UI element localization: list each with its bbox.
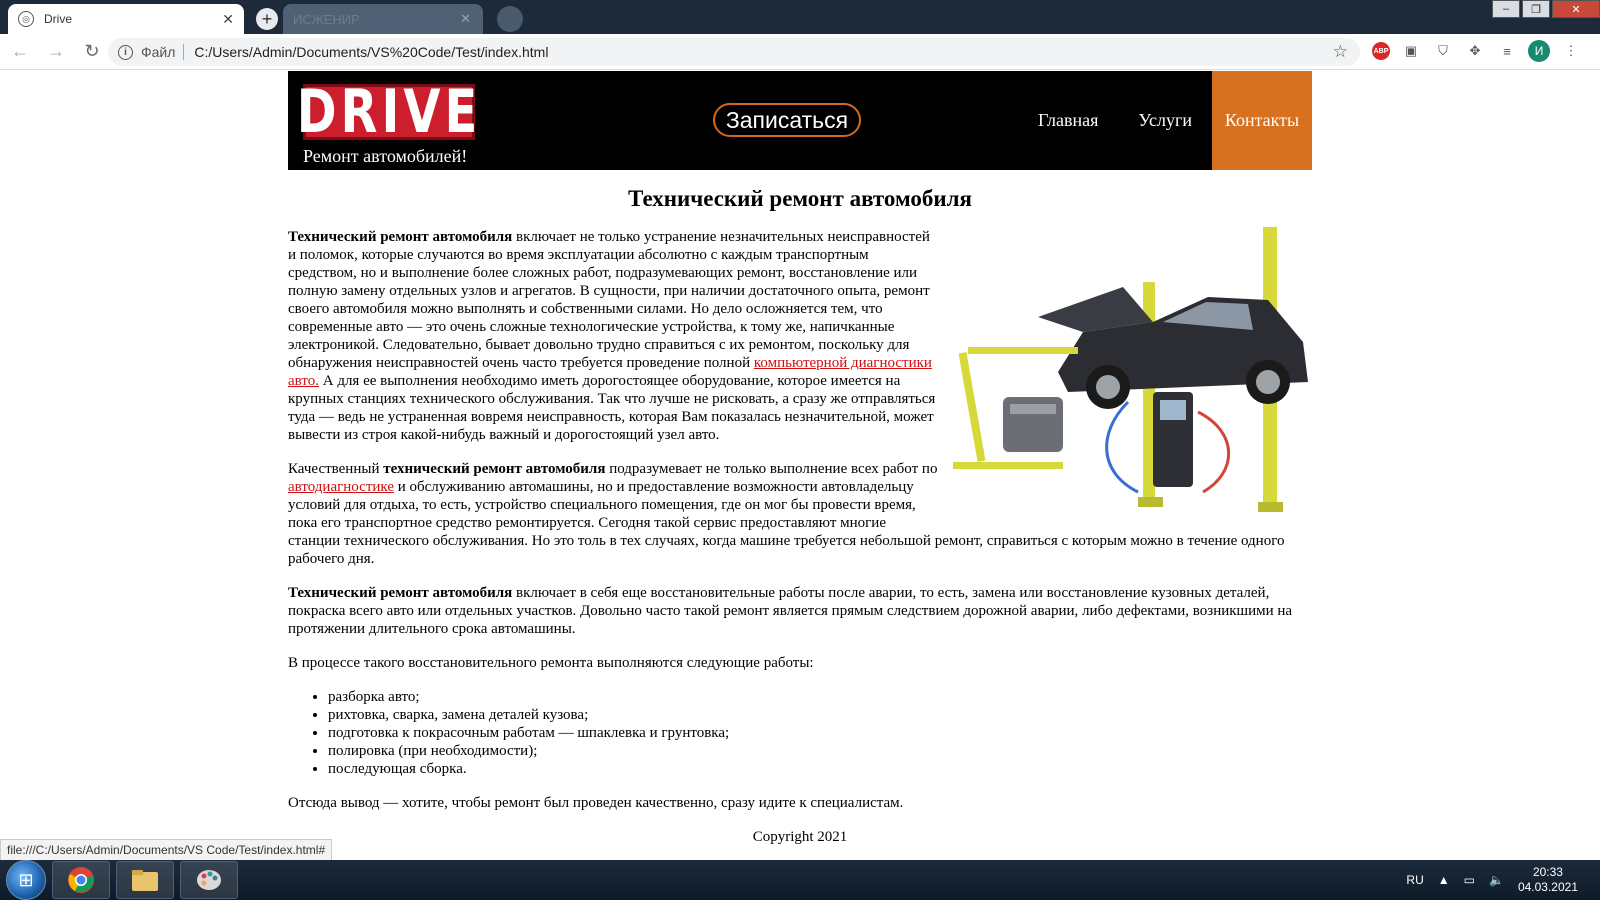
close-tab-icon[interactable]: ✕ <box>222 11 234 28</box>
puzzle-icon[interactable]: ✥ <box>1464 40 1486 62</box>
main-content: Технический ремонт автомобиля Технически… <box>288 186 1312 846</box>
clock-time: 20:33 <box>1532 865 1563 879</box>
chrome-taskbar-icon[interactable] <box>52 861 110 899</box>
palette-icon <box>197 870 221 890</box>
shield-icon[interactable]: ⛉ <box>1432 40 1454 62</box>
minimize-button[interactable]: ‒ <box>1492 0 1520 18</box>
page-title: Технический ремонт автомобиля <box>628 186 972 211</box>
globe-icon: ◎ <box>18 11 34 27</box>
address-bar[interactable]: i Файл C:/Users/Admin/Documents/VS%20Cod… <box>108 38 1360 66</box>
language-indicator[interactable]: RU <box>1406 873 1423 887</box>
nav-item-contacts[interactable]: Контакты <box>1212 71 1312 170</box>
extension-icon[interactable]: ▣ <box>1400 40 1422 62</box>
nav-item-services[interactable]: Услуги <box>1118 71 1212 170</box>
paragraph-2-bold: технический ремонт автомобиля <box>383 461 606 477</box>
logo[interactable]: DRIVE <box>297 77 478 147</box>
bookmark-star-icon[interactable]: ☆ <box>1333 42 1348 62</box>
tab-ghost-icon[interactable] <box>497 6 523 32</box>
volume-icon[interactable]: 🔈 <box>1489 873 1504 887</box>
tagline: Ремонт автомобилей! <box>303 146 468 166</box>
scheme-label: Файл <box>141 44 176 60</box>
media-control-icon[interactable]: ≡ <box>1496 40 1518 62</box>
list-item: подготовка к покрасочным работам — шпакл… <box>328 724 1312 742</box>
clock[interactable]: 20:33 04.03.2021 <box>1518 865 1578 895</box>
list-item: разборка авто; <box>328 688 1312 706</box>
tab-inactive[interactable]: ИСЖЕНИР ✕ <box>283 4 483 34</box>
omnibox-separator <box>183 44 185 60</box>
extensions-area: ABP ▣ ⛉ ✥ ≡ И ⋮ <box>1372 40 1582 62</box>
taskbar: ⊞ RU ▲ ▭ 🔈 20:33 04.03.2021 <box>0 860 1600 900</box>
paragraph-1-text-a: включает не только устранение незначител… <box>288 229 930 371</box>
system-tray: RU ▲ ▭ 🔈 20:33 04.03.2021 <box>1406 860 1600 900</box>
reload-button[interactable]: ↻ <box>76 36 108 68</box>
clock-date: 04.03.2021 <box>1517 880 1578 894</box>
menu-icon[interactable]: ⋮ <box>1560 40 1582 62</box>
status-bar-url: file:///C:/Users/Admin/Documents/VS Code… <box>0 839 333 861</box>
web-page: DRIVE Ремонт автомобилей! Записаться Гла… <box>288 71 1312 846</box>
list-item: рихтовка, сварка, замена деталей кузова; <box>328 706 1312 724</box>
list-item: последующая сборка. <box>328 760 1312 778</box>
logo-text: DRIVE <box>296 77 482 147</box>
autodiagnostics-link[interactable]: автодиагностике <box>288 479 394 495</box>
inactive-tab-title: ИСЖЕНИР <box>293 11 360 27</box>
folder-icon <box>132 870 158 891</box>
profile-avatar[interactable]: И <box>1528 40 1550 62</box>
window-controls: ‒ ❐ ✕ <box>1490 0 1600 18</box>
adblock-icon[interactable]: ABP <box>1372 42 1390 60</box>
paragraph-3-bold: Технический ремонт автомобиля <box>288 585 513 601</box>
paragraph-3: Технический ремонт автомобиля включает в… <box>288 584 1312 638</box>
site-header: DRIVE Ремонт автомобилей! Записаться Гла… <box>288 71 1312 170</box>
tab-drive[interactable]: ◎ Drive ✕ <box>8 4 244 34</box>
tray-arrow-icon[interactable]: ▲ <box>1438 873 1450 887</box>
forward-button[interactable]: → <box>40 36 72 68</box>
paragraph-1-text-b: А для ее выполнения необходимо иметь дор… <box>288 373 936 443</box>
nav-item-home[interactable]: Главная <box>1018 71 1118 170</box>
paint-taskbar-icon[interactable] <box>180 861 238 899</box>
start-button[interactable]: ⊞ <box>6 860 46 900</box>
paragraph-1-bold: Технический ремонт автомобиля <box>288 229 513 245</box>
back-button[interactable]: ← <box>4 36 36 68</box>
main-nav: Главная Услуги Контакты <box>1018 71 1312 170</box>
signup-button[interactable]: Записаться <box>713 103 861 137</box>
network-icon[interactable]: ▭ <box>1464 873 1475 887</box>
url-text[interactable]: C:/Users/Admin/Documents/VS%20Code/Test/… <box>194 44 548 60</box>
car-lift-image <box>953 227 1308 512</box>
paragraph-5: Отсюда вывод — хотите, чтобы ремонт был … <box>288 795 904 811</box>
info-icon[interactable]: i <box>118 44 133 60</box>
list-item: полировка (при необходимости); <box>328 742 1312 760</box>
paragraph-2-text-0: Качественный <box>288 461 384 477</box>
tab-title: Drive <box>44 12 73 26</box>
close-tab-icon[interactable]: ✕ <box>460 11 471 27</box>
close-window-button[interactable]: ✕ <box>1552 0 1600 18</box>
paragraph-4: В процессе такого восстановительного рем… <box>288 655 814 671</box>
paragraph-2-text-a: подразумевает не только выполнение всех … <box>605 461 938 477</box>
new-tab-button[interactable]: + <box>256 8 278 30</box>
browser-tabstrip: ◎ Drive ✕ + ИСЖЕНИР ✕ ‒ ❐ ✕ <box>0 0 1600 34</box>
browser-toolbar: ← → ↻ i Файл C:/Users/Admin/Documents/VS… <box>0 34 1600 70</box>
copyright: Copyright 2021 <box>752 829 848 845</box>
explorer-taskbar-icon[interactable] <box>116 861 174 899</box>
works-list: разборка авто; рихтовка, сварка, замена … <box>328 688 1312 778</box>
chrome-icon <box>68 867 94 893</box>
restore-button[interactable]: ❐ <box>1522 0 1550 18</box>
